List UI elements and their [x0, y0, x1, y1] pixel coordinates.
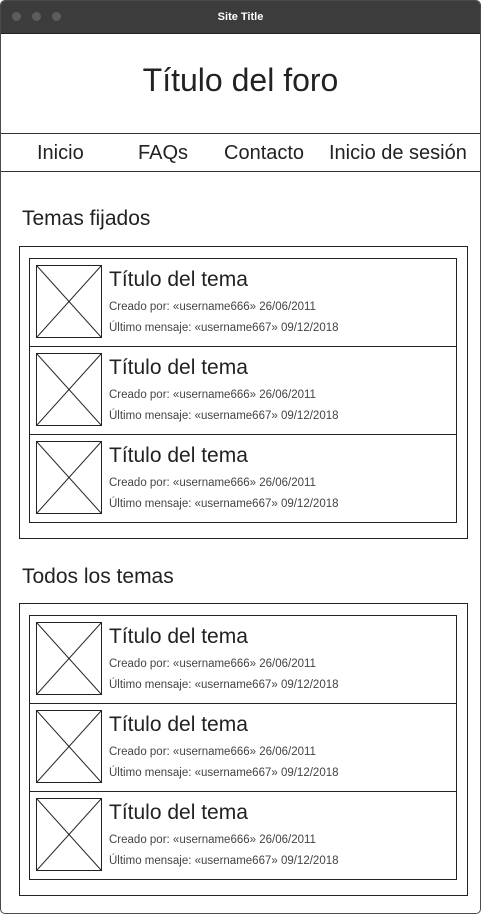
topic-last-message: Último mensaje: «username667» 09/12/2018: [109, 679, 339, 691]
pinned-topics-list: Título del tema Creado por: «username666…: [29, 258, 457, 523]
topic-created-by: Creado por: «username666» 26/06/2011: [109, 658, 316, 670]
topic-last-message: Último mensaje: «username667» 09/12/2018: [109, 410, 339, 422]
topic-row[interactable]: Título del tema Creado por: «username666…: [30, 347, 456, 435]
topic-image-placeholder: [36, 265, 102, 338]
pinned-topics-panel: Título del tema Creado por: «username666…: [19, 246, 468, 539]
all-topics-list: Título del tema Creado por: «username666…: [29, 615, 457, 880]
topic-title[interactable]: Título del tema: [109, 268, 248, 292]
pinned-topics-heading: Temas fijados: [22, 207, 151, 230]
topic-image-placeholder: [36, 622, 102, 695]
topic-title[interactable]: Título del tema: [109, 625, 248, 649]
topic-title[interactable]: Título del tema: [109, 444, 248, 468]
topic-last-message: Último mensaje: «username667» 09/12/2018: [109, 855, 339, 867]
topic-row[interactable]: Título del tema Creado por: «username666…: [30, 259, 456, 347]
all-topics-panel: Título del tema Creado por: «username666…: [19, 603, 468, 896]
topic-created-by: Creado por: «username666» 26/06/2011: [109, 746, 316, 758]
browser-window: Site Title Título del foro Inicio FAQs C…: [0, 0, 481, 914]
window-title: Site Title: [217, 11, 264, 23]
topic-row[interactable]: Título del tema Creado por: «username666…: [30, 792, 456, 879]
nav-inicio[interactable]: Inicio: [37, 142, 84, 165]
topic-title[interactable]: Título del tema: [109, 713, 248, 737]
window-titlebar: Site Title: [1, 1, 480, 34]
topic-created-by: Creado por: «username666» 26/06/2011: [109, 389, 316, 401]
topic-row[interactable]: Título del tema Creado por: «username666…: [30, 435, 456, 522]
nav-faqs[interactable]: FAQs: [138, 142, 188, 165]
topic-created-by: Creado por: «username666» 26/06/2011: [109, 301, 316, 313]
forum-header: Título del foro: [1, 34, 480, 134]
topic-row[interactable]: Título del tema Creado por: «username666…: [30, 704, 456, 792]
topic-last-message: Último mensaje: «username667» 09/12/2018: [109, 767, 339, 779]
nav-contacto[interactable]: Contacto: [224, 142, 304, 165]
topic-image-placeholder: [36, 798, 102, 871]
topic-created-by: Creado por: «username666» 26/06/2011: [109, 477, 316, 489]
main-nav: Inicio FAQs Contacto Inicio de sesión: [1, 134, 480, 172]
topic-title[interactable]: Título del tema: [109, 801, 248, 825]
topic-last-message: Último mensaje: «username667» 09/12/2018: [109, 322, 339, 334]
topic-created-by: Creado por: «username666» 26/06/2011: [109, 834, 316, 846]
nav-inicio-de-sesion[interactable]: Inicio de sesión: [329, 142, 467, 165]
topic-image-placeholder: [36, 353, 102, 426]
forum-title: Título del foro: [142, 62, 339, 98]
all-topics-heading: Todos los temas: [22, 565, 174, 588]
topic-row[interactable]: Título del tema Creado por: «username666…: [30, 616, 456, 704]
topic-image-placeholder: [36, 441, 102, 514]
topic-title[interactable]: Título del tema: [109, 356, 248, 380]
topic-image-placeholder: [36, 710, 102, 783]
topic-last-message: Último mensaje: «username667» 09/12/2018: [109, 498, 339, 510]
